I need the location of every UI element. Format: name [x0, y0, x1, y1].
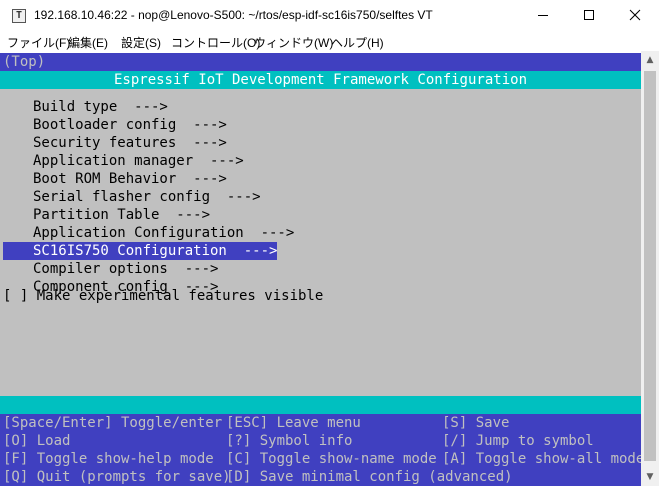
close-button[interactable]	[612, 0, 658, 31]
menu-item[interactable]: Application Configuration --->	[3, 224, 294, 242]
key-jump-to-symbol: [/] Jump to symbol	[442, 433, 594, 449]
header-separator-bar	[0, 396, 641, 414]
menuconfig-header: Espressif IoT Development Framework Conf…	[0, 71, 641, 89]
key-show-name: [C] Toggle show-name mode	[226, 451, 437, 467]
key-toggle-enter: [Space/Enter] Toggle/enter	[3, 415, 223, 431]
window-title: 192.168.10.46:22 - nop@Lenovo-S500: ~/rt…	[34, 8, 433, 22]
menu-file[interactable]: ファイル(F)	[7, 34, 70, 51]
close-icon	[629, 9, 641, 21]
menu-settings[interactable]: 設定(S)	[121, 34, 161, 51]
experimental-features-checkbox[interactable]: [ ] Make experimental features visible	[0, 287, 644, 305]
key-save-minimal: [D] Save minimal config (advanced)	[226, 469, 513, 485]
menu-item[interactable]: Serial flasher config --->	[3, 188, 261, 206]
key-quit: [Q] Quit (prompts for save)	[3, 469, 231, 485]
vertical-scrollbar[interactable]: ▲ ▼	[641, 51, 659, 486]
key-help-panel: [Space/Enter] Toggle/enter [ESC] Leave m…	[0, 414, 645, 486]
maximize-icon	[584, 10, 594, 20]
menu-item[interactable]: Boot ROM Behavior --->	[3, 170, 227, 188]
menu-item[interactable]: Application manager --->	[3, 152, 244, 170]
terminal-area[interactable]: (Top) Espressif IoT Development Framewor…	[0, 51, 645, 486]
menu-item-selected[interactable]: SC16IS750 Configuration --->	[3, 242, 278, 260]
key-leave-menu: [ESC] Leave menu	[226, 415, 361, 431]
menu-panel: Build type ---> Bootloader config ---> Sec…	[0, 89, 641, 396]
scroll-down-icon[interactable]: ▼	[641, 468, 659, 486]
menu-item[interactable]: Build type --->	[3, 98, 168, 116]
menu-item[interactable]: Partition Table --->	[3, 206, 210, 224]
minimize-icon	[538, 15, 548, 16]
terminal-app-icon: T	[12, 9, 26, 23]
menu-item[interactable]: Bootloader config --->	[3, 116, 227, 134]
scroll-thumb[interactable]	[644, 71, 656, 461]
menu-control[interactable]: コントロール(O)	[171, 34, 260, 51]
menu-bar: ファイル(F) 編集(E) 設定(S) コントロール(O) ウィンドウ(W) ヘ…	[0, 31, 659, 51]
minimize-button[interactable]	[520, 0, 566, 31]
menu-edit[interactable]: 編集(E)	[68, 34, 108, 51]
key-show-help: [F] Toggle show-help mode	[3, 451, 214, 467]
maximize-button[interactable]	[566, 0, 612, 31]
key-symbol-info: [?] Symbol info	[226, 433, 353, 449]
title-bar: T 192.168.10.46:22 - nop@Lenovo-S500: ~/…	[0, 0, 659, 31]
menu-item[interactable]: Compiler options --->	[3, 260, 218, 278]
key-show-all: [A] Toggle show-all mode	[442, 451, 645, 467]
scroll-up-icon[interactable]: ▲	[641, 51, 659, 69]
key-save: [S] Save	[442, 415, 510, 431]
menu-item[interactable]: Security features --->	[3, 134, 227, 152]
breadcrumb: (Top)	[0, 53, 644, 71]
key-load: [O] Load	[3, 433, 71, 449]
menu-help[interactable]: ヘルプ(H)	[331, 34, 384, 51]
menu-window[interactable]: ウィンドウ(W)	[254, 34, 333, 51]
